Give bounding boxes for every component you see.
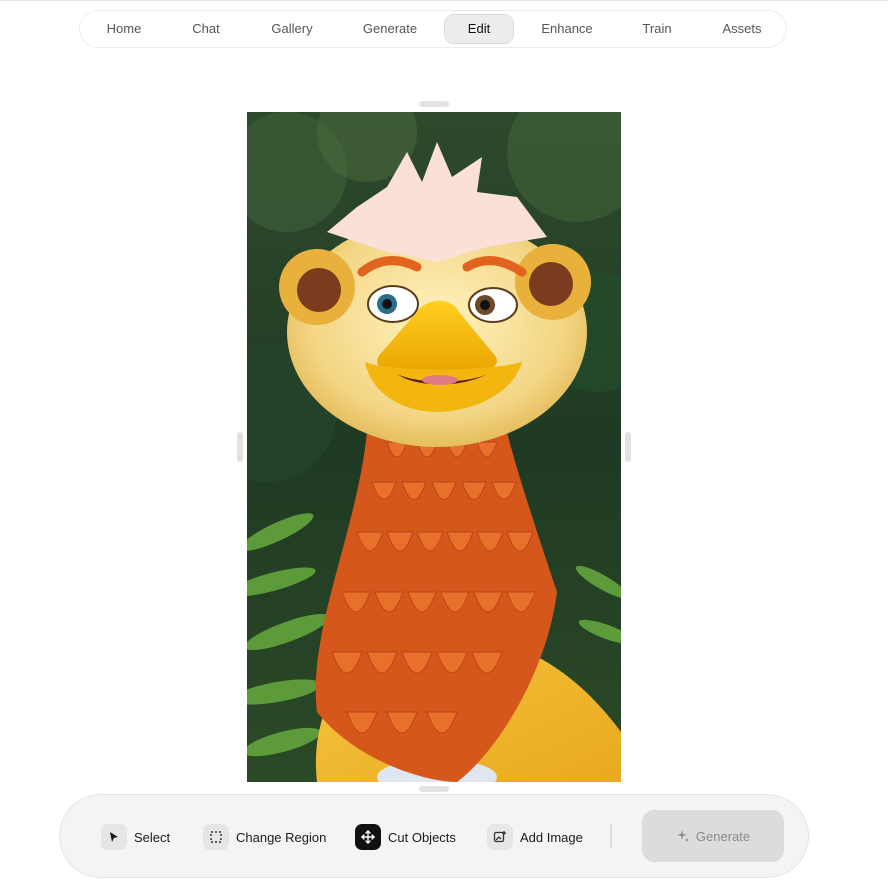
top-border [0, 0, 888, 1]
add-image-tool[interactable]: Add Image [487, 823, 583, 851]
toolbar-divider [610, 824, 612, 848]
change-region-tool[interactable]: Change Region [203, 823, 326, 851]
select-tool-label: Select [134, 829, 171, 845]
generate-button-label: Generate [695, 828, 751, 844]
resize-handle-right[interactable] [625, 432, 631, 462]
cursor-arrow-icon [101, 824, 127, 850]
edit-canvas-image[interactable] [197, 82, 657, 795]
select-tool[interactable]: Select [101, 823, 170, 851]
cut-objects-tool[interactable]: Cut Objects [355, 823, 456, 851]
nav-assets[interactable]: Assets [708, 14, 776, 44]
add-image-tool-label: Add Image [520, 829, 583, 845]
cut-objects-tool-label: Cut Objects [388, 829, 456, 845]
nav-chat[interactable]: Chat [174, 14, 238, 44]
dashed-region-icon [203, 824, 229, 850]
top-nav: Home Chat Gallery Generate Edit Enhance … [79, 10, 787, 48]
nav-home[interactable]: Home [92, 14, 156, 44]
nav-train[interactable]: Train [626, 14, 688, 44]
generate-button[interactable]: Generate [642, 810, 784, 862]
change-region-tool-label: Change Region [236, 829, 327, 845]
nav-generate[interactable]: Generate [352, 14, 428, 44]
resize-handle-top[interactable] [419, 101, 449, 107]
resize-handle-left[interactable] [237, 432, 243, 462]
sparkle-icon [676, 830, 689, 842]
bottom-toolbar: Select Change Region Cut Objects Add Ima… [59, 794, 809, 878]
add-image-icon [487, 824, 513, 850]
nav-edit[interactable]: Edit [444, 14, 514, 44]
resize-handle-bottom[interactable] [419, 786, 449, 792]
nav-enhance[interactable]: Enhance [530, 14, 604, 44]
move-arrows-icon [355, 824, 381, 850]
creature-illustration [197, 82, 657, 795]
nav-gallery[interactable]: Gallery [258, 14, 326, 44]
